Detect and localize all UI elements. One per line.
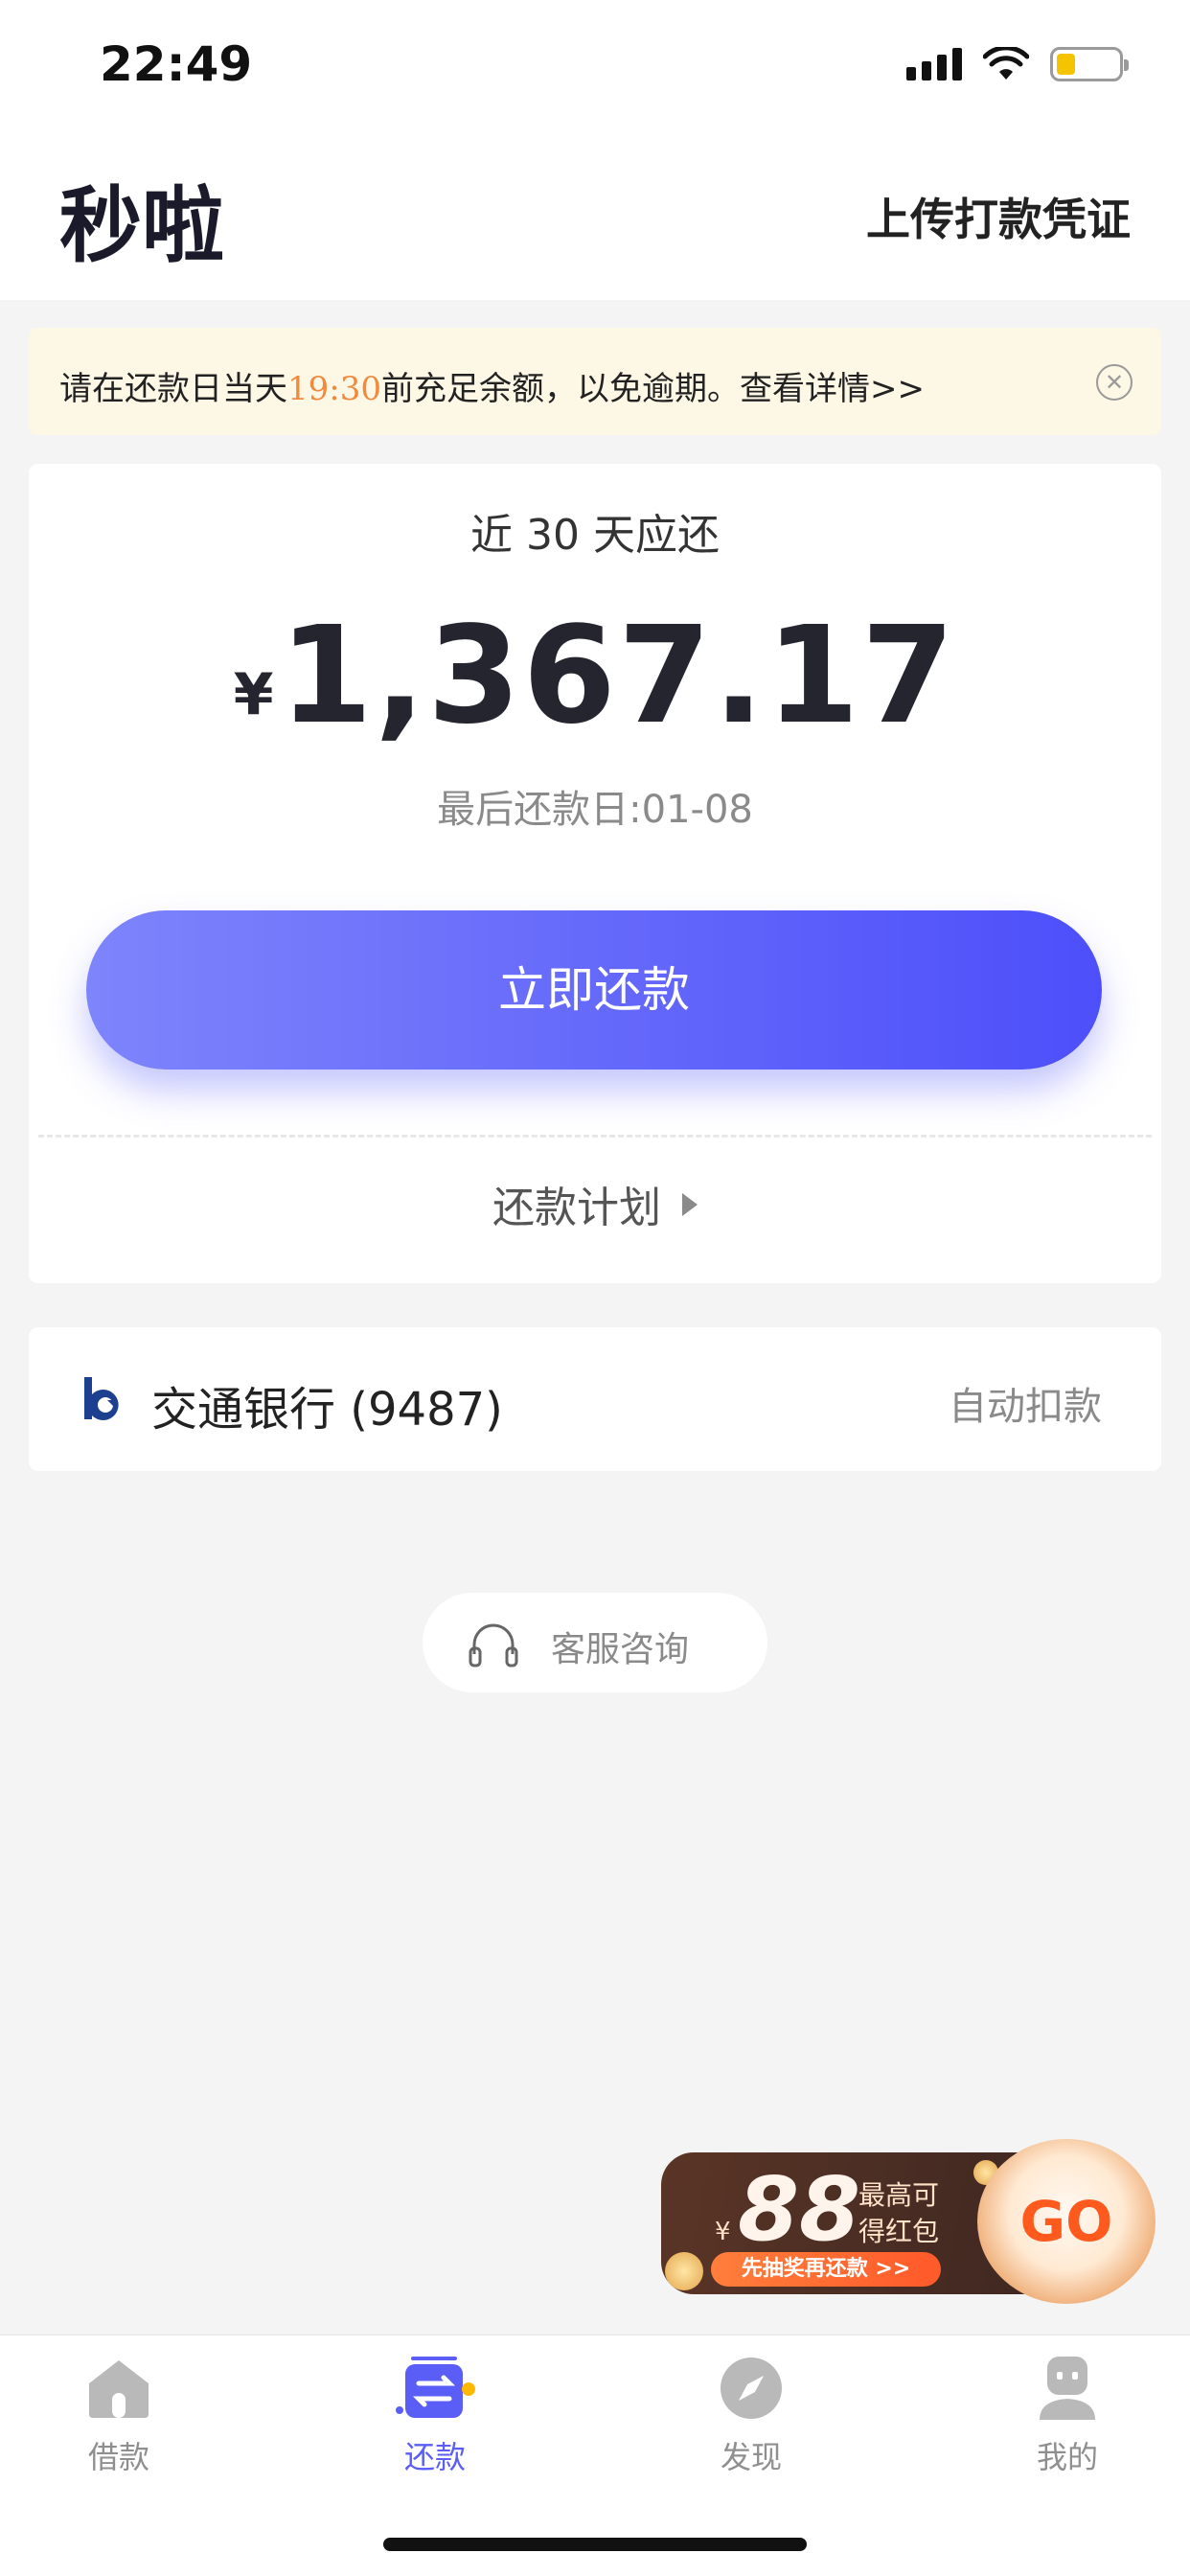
due-date: 最后还款日:01-08 <box>437 788 753 832</box>
bank-logo-icon <box>84 1377 119 1420</box>
status-icons <box>906 42 1129 86</box>
headset-icon <box>469 1623 518 1668</box>
repay-plan-link[interactable]: 还款计划 <box>29 1173 1161 1234</box>
signal-icon <box>906 48 962 80</box>
repayment-page: 22:49 秒啦 上传打款凭证 请在还款日当天19:30前充足余额，以免逾期。查… <box>0 0 1190 2576</box>
customer-service-label: 客服咨询 <box>551 1630 690 1669</box>
dashed-divider <box>38 1135 1152 1138</box>
promo-line-1: 最高可 <box>858 2179 940 2211</box>
status-bar: 22:49 <box>0 0 1190 129</box>
notice-time: 19:30 <box>287 370 381 408</box>
compass-icon <box>721 2358 782 2419</box>
repay-amount: ¥1,367.17 <box>29 598 1161 754</box>
bank-name: 交通银行 (9487) <box>151 1383 503 1437</box>
close-icon[interactable]: ✕ <box>1096 364 1133 401</box>
home-indicator[interactable] <box>383 2538 807 2551</box>
tab-label: 发现 <box>720 2439 782 2475</box>
tab-label: 还款 <box>403 2439 466 2475</box>
triangle-right-icon <box>682 1193 698 1216</box>
upload-receipt-link[interactable]: 上传打款凭证 <box>866 185 1131 248</box>
tab-label: 借款 <box>87 2439 149 2475</box>
tab-borrow[interactable]: 借款 <box>42 2355 195 2477</box>
notice-text: 请在还款日当天19:30前充足余额，以免逾期。查看详情>> <box>59 362 925 409</box>
page-title: 秒啦 <box>59 178 224 274</box>
home-icon <box>89 2360 149 2418</box>
tab-label: 我的 <box>1036 2439 1098 2475</box>
promo-amount: 88 <box>738 2158 861 2261</box>
coin-icon <box>665 2252 703 2290</box>
status-time: 22:49 <box>100 36 253 92</box>
repay-icon <box>396 2357 475 2418</box>
go-button[interactable]: GO <box>977 2139 1156 2304</box>
customer-service-button[interactable]: 客服咨询 <box>423 1593 767 1692</box>
currency-symbol: ¥ <box>233 661 274 728</box>
autopay-label: 自动扣款 <box>949 1385 1102 1429</box>
promo-subtitle: 最高可 得红包 <box>858 2177 939 2250</box>
promo-cta: 先抽奖再还款 >> <box>711 2252 941 2287</box>
lottery-promo-banner[interactable]: ¥ 88 最高可 得红包 先抽奖再还款 >> GO <box>661 2139 1169 2304</box>
notice-banner[interactable]: 请在还款日当天19:30前充足余额，以免逾期。查看详情>> ✕ <box>29 328 1161 435</box>
notice-text-after: 前充足余额，以免逾期。查看详情>> <box>380 370 925 408</box>
battery-icon <box>1050 47 1129 81</box>
bank-account-row[interactable]: 交通银行 (9487) 自动扣款 <box>29 1327 1161 1471</box>
promo-currency: ¥ <box>715 2218 731 2246</box>
tab-repay[interactable]: 还款 <box>358 2355 512 2477</box>
promo-line-2: 得红包 <box>858 2216 940 2247</box>
amount-value: 1,367.17 <box>279 598 957 754</box>
wifi-icon <box>983 47 1029 80</box>
tab-mine[interactable]: 我的 <box>991 2355 1144 2477</box>
repay-now-button[interactable]: 立即还款 <box>86 910 1102 1070</box>
profile-icon <box>1040 2357 1095 2420</box>
repay-period-label: 近 30 天应还 <box>470 511 720 560</box>
repayment-card: 近 30 天应还 ¥1,367.17 最后还款日:01-08 立即还款 还款计划 <box>29 464 1161 1283</box>
app-header: 秒啦 上传打款凭证 <box>0 129 1190 300</box>
tab-discover[interactable]: 发现 <box>675 2355 828 2477</box>
notice-text-before: 请在还款日当天 <box>59 370 287 408</box>
repay-plan-label: 还款计划 <box>492 1184 661 1232</box>
